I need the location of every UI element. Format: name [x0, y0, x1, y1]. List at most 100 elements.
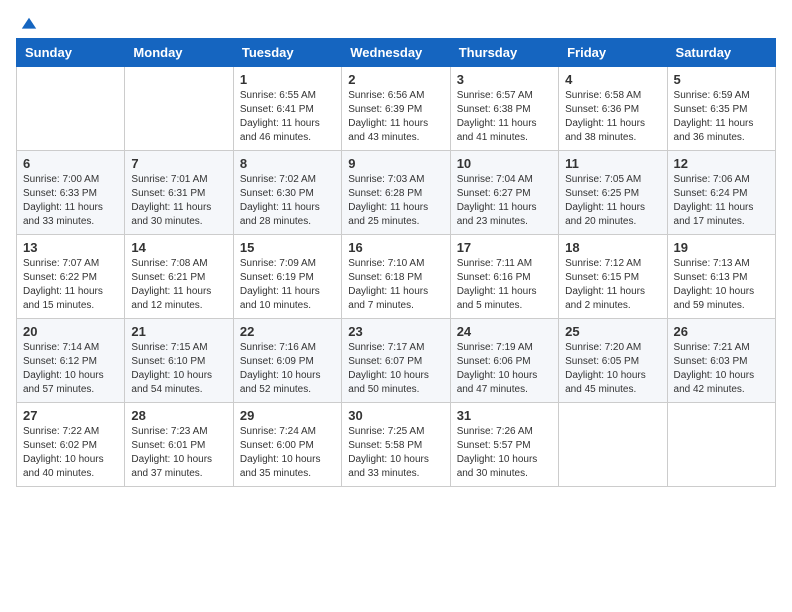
- day-number: 26: [674, 324, 769, 339]
- day-info: Sunrise: 7:02 AM Sunset: 6:30 PM Dayligh…: [240, 173, 335, 229]
- day-number: 11: [565, 156, 660, 171]
- day-info: Sunrise: 7:20 AM Sunset: 6:05 PM Dayligh…: [565, 341, 660, 397]
- calendar-cell: 1 Sunrise: 6:55 AM Sunset: 6:41 PM Daylig…: [233, 67, 341, 151]
- calendar-cell: 3Sunrise: 6:57 AM Sunset: 6:38 PM Daylig…: [450, 67, 558, 151]
- day-info: Sunrise: 6:55 AM Sunset: 6:41 PM Dayligh…: [240, 89, 335, 145]
- day-number: 29: [240, 408, 335, 423]
- day-number: 22: [240, 324, 335, 339]
- day-number: 21: [131, 324, 226, 339]
- calendar-cell: 19 Sunrise: 7:13 AM Sunset: 6:13 PM Dayli…: [667, 235, 775, 319]
- day-info: Sunrise: 7:19 AM Sunset: 6:06 PM Dayligh…: [457, 341, 552, 397]
- calendar-cell: 2Sunrise: 6:56 AM Sunset: 6:39 PM Daylig…: [342, 67, 450, 151]
- day-number: 25: [565, 324, 660, 339]
- day-info: Sunrise: 7:26 AM Sunset: 5:57 PM Dayligh…: [457, 425, 552, 481]
- day-number: 19: [674, 240, 769, 255]
- day-info: Sunrise: 7:24 AM Sunset: 6:00 PM Dayligh…: [240, 425, 335, 481]
- day-number: 4: [565, 72, 660, 87]
- calendar-cell: 12 Sunrise: 7:06 AM Sunset: 6:24 PM Dayli…: [667, 151, 775, 235]
- day-number: 13: [23, 240, 118, 255]
- calendar-cell: 14 Sunrise: 7:08 AM Sunset: 6:21 PM Dayli…: [125, 235, 233, 319]
- day-number: 23: [348, 324, 443, 339]
- day-number: 8: [240, 156, 335, 171]
- day-info: Sunrise: 7:08 AM Sunset: 6:21 PM Dayligh…: [131, 257, 226, 313]
- day-number: 31: [457, 408, 552, 423]
- day-info: Sunrise: 7:17 AM Sunset: 6:07 PM Dayligh…: [348, 341, 443, 397]
- day-number: 15: [240, 240, 335, 255]
- day-number: 16: [348, 240, 443, 255]
- calendar-cell: 21Sunrise: 7:15 AM Sunset: 6:10 PM Dayli…: [125, 319, 233, 403]
- day-info: Sunrise: 7:06 AM Sunset: 6:24 PM Dayligh…: [674, 173, 769, 229]
- day-info: Sunrise: 7:14 AM Sunset: 6:12 PM Dayligh…: [23, 341, 118, 397]
- calendar-cell: [667, 403, 775, 487]
- day-number: 27: [23, 408, 118, 423]
- day-info: Sunrise: 7:07 AM Sunset: 6:22 PM Dayligh…: [23, 257, 118, 313]
- day-number: 6: [23, 156, 118, 171]
- day-info: Sunrise: 7:16 AM Sunset: 6:09 PM Dayligh…: [240, 341, 335, 397]
- calendar-week-row: 27 Sunrise: 7:22 AM Sunset: 6:02 PM Dayli…: [17, 403, 776, 487]
- day-number: 12: [674, 156, 769, 171]
- calendar-cell: 7Sunrise: 7:01 AM Sunset: 6:31 PM Daylig…: [125, 151, 233, 235]
- day-info: Sunrise: 6:56 AM Sunset: 6:39 PM Dayligh…: [348, 89, 443, 145]
- day-number: 30: [348, 408, 443, 423]
- day-number: 1: [240, 72, 335, 87]
- day-number: 7: [131, 156, 226, 171]
- day-of-week-header: Thursday: [450, 39, 558, 67]
- logo: [16, 16, 38, 30]
- calendar-cell: [559, 403, 667, 487]
- day-of-week-header: Tuesday: [233, 39, 341, 67]
- day-info: Sunrise: 7:10 AM Sunset: 6:18 PM Dayligh…: [348, 257, 443, 313]
- calendar-week-row: 13 Sunrise: 7:07 AM Sunset: 6:22 PM Dayli…: [17, 235, 776, 319]
- day-number: 28: [131, 408, 226, 423]
- calendar-cell: 25 Sunrise: 7:20 AM Sunset: 6:05 PM Dayli…: [559, 319, 667, 403]
- calendar-cell: 5Sunrise: 6:59 AM Sunset: 6:35 PM Daylig…: [667, 67, 775, 151]
- calendar-cell: 11 Sunrise: 7:05 AM Sunset: 6:25 PM Dayli…: [559, 151, 667, 235]
- day-info: Sunrise: 7:04 AM Sunset: 6:27 PM Dayligh…: [457, 173, 552, 229]
- day-number: 10: [457, 156, 552, 171]
- day-of-week-header: Saturday: [667, 39, 775, 67]
- calendar-week-row: 6Sunrise: 7:00 AM Sunset: 6:33 PM Daylig…: [17, 151, 776, 235]
- calendar-cell: 17Sunrise: 7:11 AM Sunset: 6:16 PM Dayli…: [450, 235, 558, 319]
- page-header: [16, 16, 776, 30]
- day-info: Sunrise: 7:21 AM Sunset: 6:03 PM Dayligh…: [674, 341, 769, 397]
- calendar-cell: 18 Sunrise: 7:12 AM Sunset: 6:15 PM Dayli…: [559, 235, 667, 319]
- day-number: 20: [23, 324, 118, 339]
- day-info: Sunrise: 7:12 AM Sunset: 6:15 PM Dayligh…: [565, 257, 660, 313]
- day-number: 24: [457, 324, 552, 339]
- day-number: 5: [674, 72, 769, 87]
- calendar-cell: 29 Sunrise: 7:24 AM Sunset: 6:00 PM Dayli…: [233, 403, 341, 487]
- calendar-cell: 16 Sunrise: 7:10 AM Sunset: 6:18 PM Dayli…: [342, 235, 450, 319]
- calendar-cell: 26 Sunrise: 7:21 AM Sunset: 6:03 PM Dayli…: [667, 319, 775, 403]
- day-of-week-header: Wednesday: [342, 39, 450, 67]
- day-info: Sunrise: 7:03 AM Sunset: 6:28 PM Dayligh…: [348, 173, 443, 229]
- day-info: Sunrise: 7:22 AM Sunset: 6:02 PM Dayligh…: [23, 425, 118, 481]
- day-number: 17: [457, 240, 552, 255]
- calendar-cell: 9Sunrise: 7:03 AM Sunset: 6:28 PM Daylig…: [342, 151, 450, 235]
- calendar-cell: 4 Sunrise: 6:58 AM Sunset: 6:36 PM Daylig…: [559, 67, 667, 151]
- day-info: Sunrise: 7:09 AM Sunset: 6:19 PM Dayligh…: [240, 257, 335, 313]
- calendar-header-row: SundayMondayTuesdayWednesdayThursdayFrid…: [17, 39, 776, 67]
- day-info: Sunrise: 7:05 AM Sunset: 6:25 PM Dayligh…: [565, 173, 660, 229]
- calendar-cell: 24 Sunrise: 7:19 AM Sunset: 6:06 PM Dayli…: [450, 319, 558, 403]
- calendar-cell: 8 Sunrise: 7:02 AM Sunset: 6:30 PM Daylig…: [233, 151, 341, 235]
- logo-icon: [20, 16, 38, 34]
- day-of-week-header: Sunday: [17, 39, 125, 67]
- calendar-cell: 13 Sunrise: 7:07 AM Sunset: 6:22 PM Dayli…: [17, 235, 125, 319]
- calendar-cell: 28Sunrise: 7:23 AM Sunset: 6:01 PM Dayli…: [125, 403, 233, 487]
- calendar-cell: 20 Sunrise: 7:14 AM Sunset: 6:12 PM Dayli…: [17, 319, 125, 403]
- calendar-table: SundayMondayTuesdayWednesdayThursdayFrid…: [16, 38, 776, 487]
- calendar-cell: 27 Sunrise: 7:22 AM Sunset: 6:02 PM Dayli…: [17, 403, 125, 487]
- calendar-cell: 23 Sunrise: 7:17 AM Sunset: 6:07 PM Dayli…: [342, 319, 450, 403]
- calendar-week-row: 1 Sunrise: 6:55 AM Sunset: 6:41 PM Daylig…: [17, 67, 776, 151]
- day-info: Sunrise: 7:13 AM Sunset: 6:13 PM Dayligh…: [674, 257, 769, 313]
- calendar-cell: 15 Sunrise: 7:09 AM Sunset: 6:19 PM Dayli…: [233, 235, 341, 319]
- day-info: Sunrise: 6:58 AM Sunset: 6:36 PM Dayligh…: [565, 89, 660, 145]
- calendar-cell: 30 Sunrise: 7:25 AM Sunset: 5:58 PM Dayli…: [342, 403, 450, 487]
- day-number: 18: [565, 240, 660, 255]
- calendar-cell: [17, 67, 125, 151]
- day-info: Sunrise: 7:25 AM Sunset: 5:58 PM Dayligh…: [348, 425, 443, 481]
- calendar-cell: 6Sunrise: 7:00 AM Sunset: 6:33 PM Daylig…: [17, 151, 125, 235]
- day-info: Sunrise: 6:57 AM Sunset: 6:38 PM Dayligh…: [457, 89, 552, 145]
- day-number: 14: [131, 240, 226, 255]
- calendar-cell: 10 Sunrise: 7:04 AM Sunset: 6:27 PM Dayli…: [450, 151, 558, 235]
- calendar-cell: 31 Sunrise: 7:26 AM Sunset: 5:57 PM Dayli…: [450, 403, 558, 487]
